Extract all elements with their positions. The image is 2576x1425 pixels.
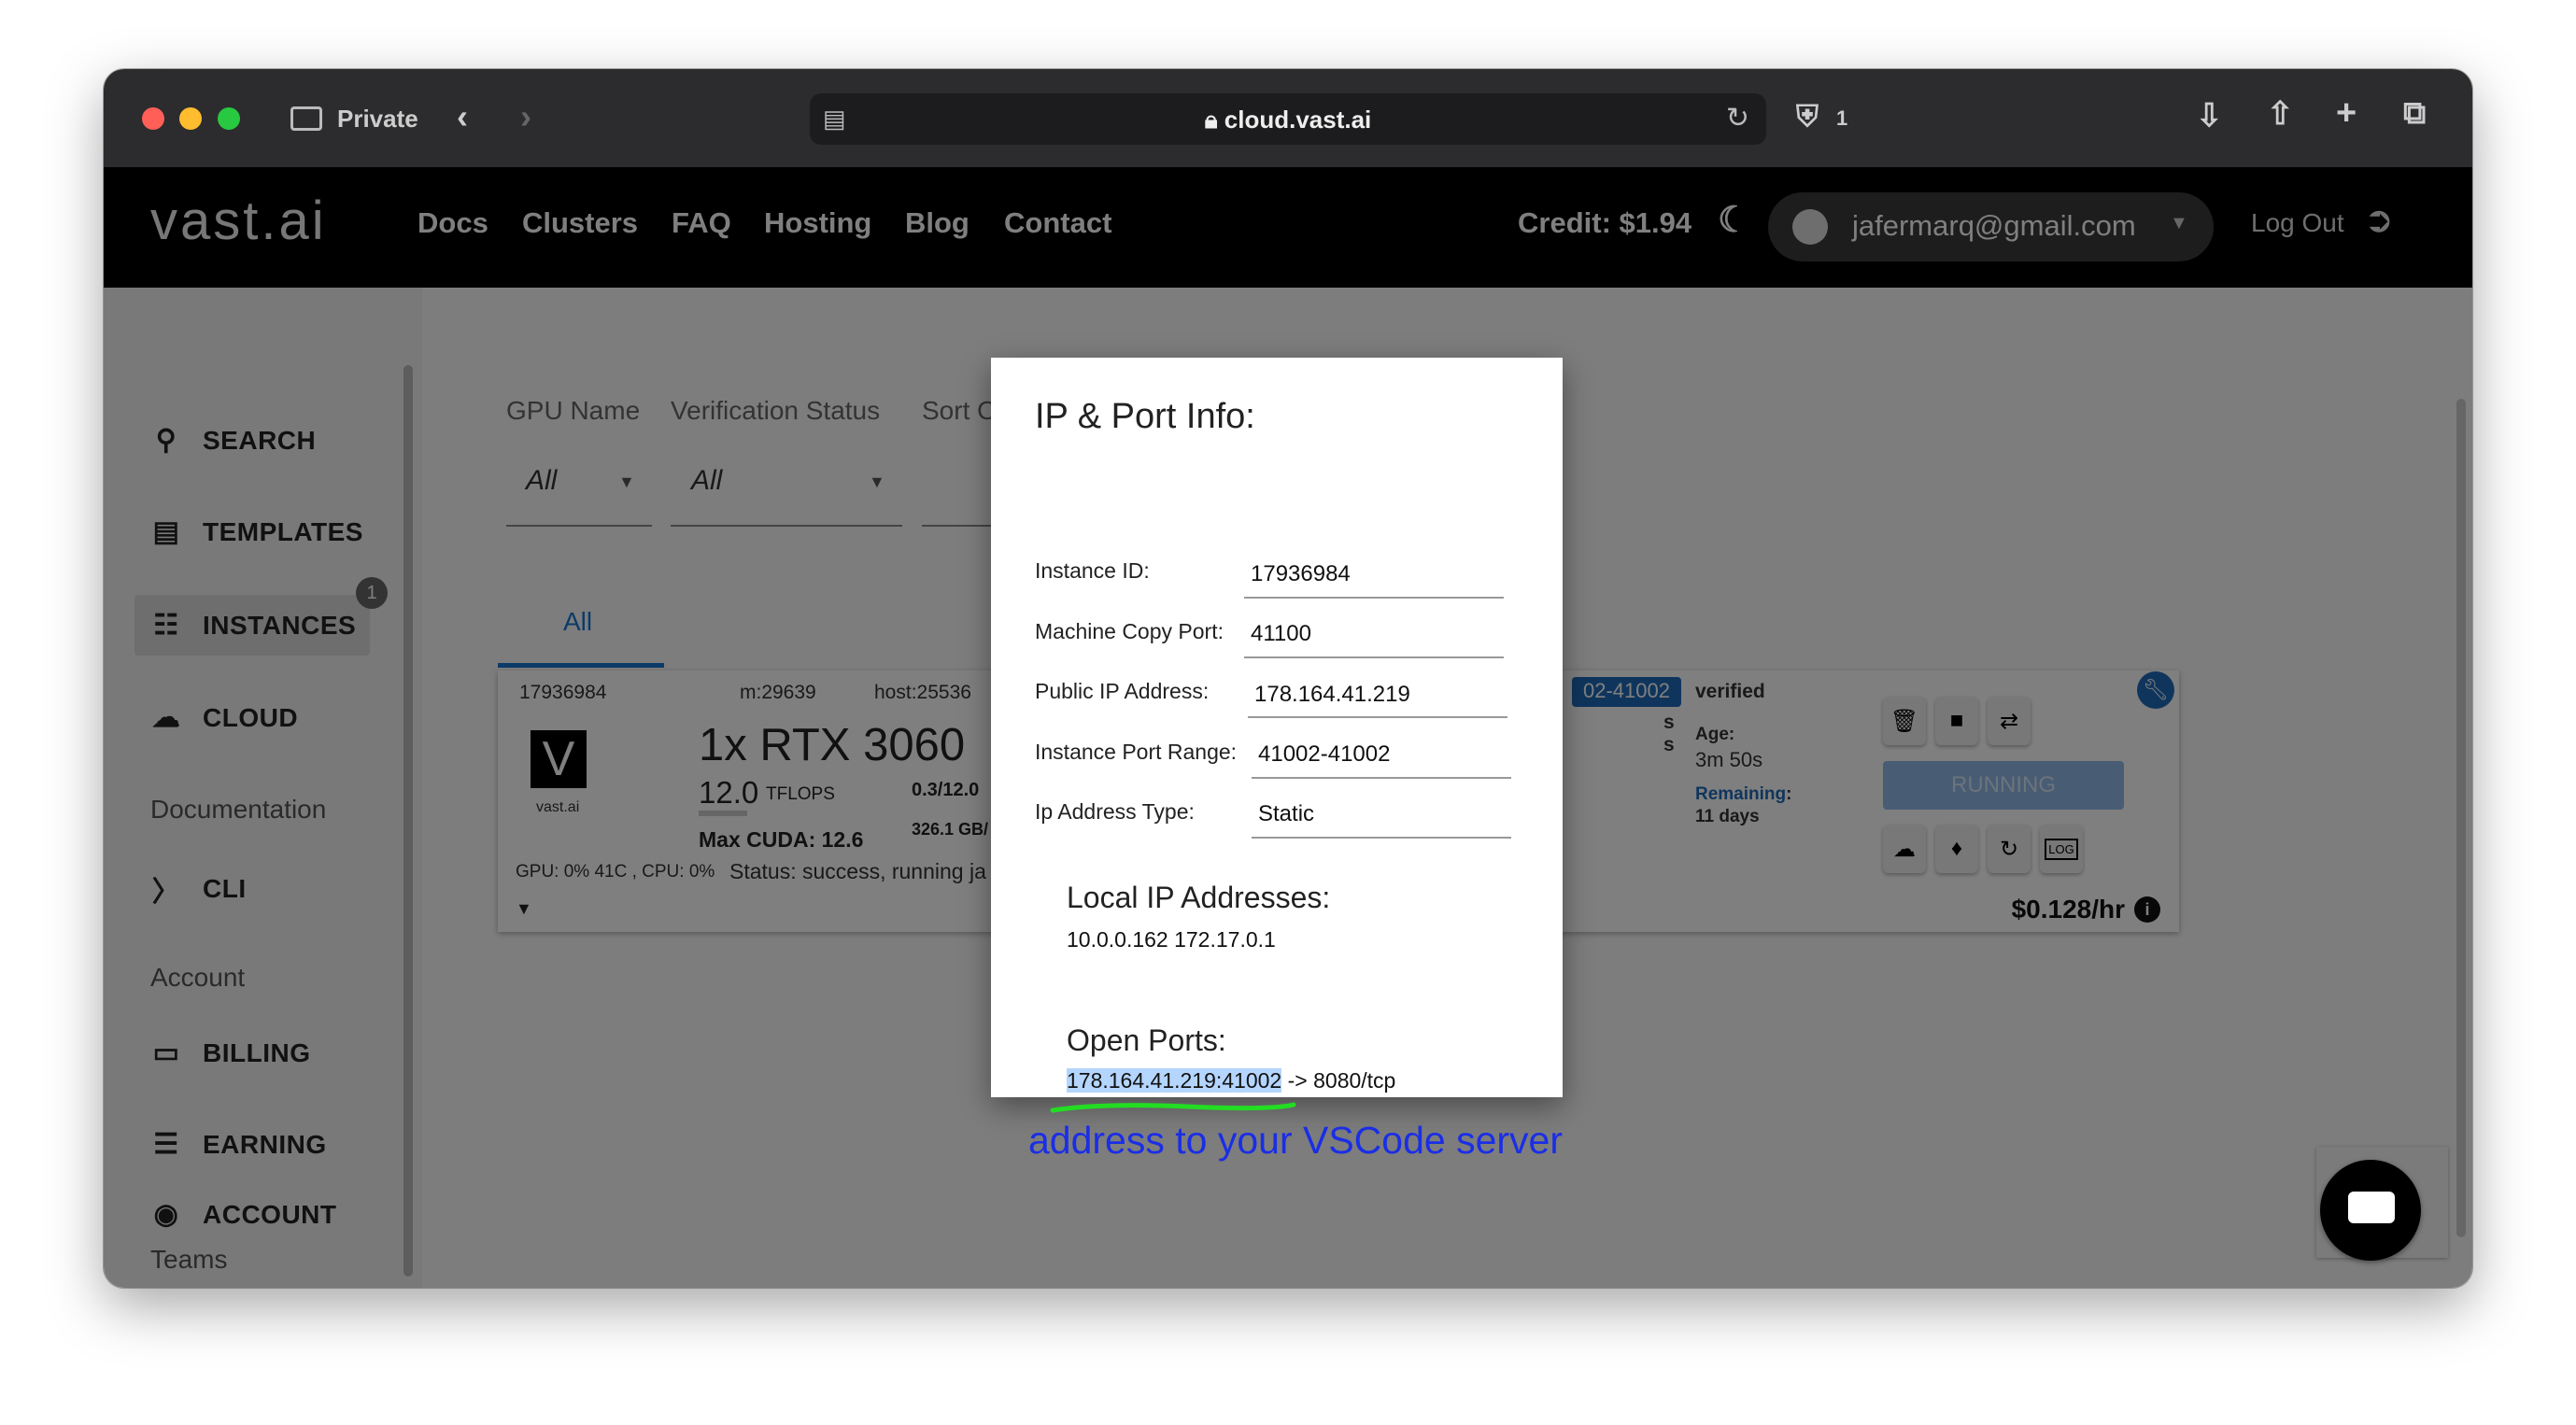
chat-button[interactable] (2320, 1160, 2421, 1261)
chat-bubble-icon (2348, 1192, 2395, 1223)
open-port-address[interactable]: 178.164.41.219:41002 (1067, 1068, 1282, 1093)
ip-port-info-dialog: IP & Port Info: Instance ID: 17936984 Ma… (991, 358, 1563, 1162)
shield-icon[interactable]: ⛨ (1796, 99, 1819, 134)
ip-type-label: Ip Address Type: (1035, 799, 1195, 824)
back-button[interactable]: ‹ (457, 97, 468, 136)
download-icon[interactable]: ⇩ (2196, 97, 2223, 134)
instance-id-label: Instance ID: (1035, 558, 1150, 583)
sidebar-toggle-icon[interactable] (290, 106, 322, 131)
forward-button[interactable]: › (520, 97, 531, 136)
dialog-title: IP & Port Info: (1035, 397, 1255, 436)
tracker-count: 1 (1836, 106, 1848, 130)
new-tab-icon[interactable]: + (2336, 93, 2357, 134)
local-ip-heading: Local IP Addresses: (1067, 881, 1331, 914)
close-window-button[interactable] (142, 107, 164, 130)
browser-window: Private ‹ › ▤ 🔒︎ cloud.vast.ai ↻ ⛨ 1 ⇩ ⇧… (104, 69, 2472, 1288)
address-bar[interactable]: ▤ 🔒︎ cloud.vast.ai ↻ (810, 93, 1766, 145)
minimize-window-button[interactable] (179, 107, 202, 130)
local-ip-list: 10.0.0.162 172.17.0.1 (1067, 927, 1276, 952)
machine-copy-port-value[interactable]: 41100 (1251, 621, 1311, 647)
share-icon[interactable]: ⇧ (2267, 95, 2294, 133)
maximize-window-button[interactable] (218, 107, 240, 130)
open-port-mapping: -> 8080/tcp (1281, 1068, 1396, 1093)
machine-copy-port-label: Machine Copy Port: (1035, 619, 1224, 643)
ip-type-value[interactable]: Static (1258, 801, 1314, 827)
annotation-text: address to your VSCode server (1028, 1119, 1563, 1162)
port-range-label: Instance Port Range: (1035, 740, 1238, 764)
green-underline-annotation (1050, 1102, 1296, 1113)
tab-overview-icon[interactable]: ⧉ (2403, 95, 2426, 132)
port-range-value[interactable]: 41002-41002 (1258, 741, 1390, 768)
open-ports-heading: Open Ports: (1067, 1023, 1226, 1057)
public-ip-label: Public IP Address: (1035, 679, 1210, 703)
url-text: cloud.vast.ai (1224, 106, 1372, 134)
browser-toolbar: Private ‹ › ▤ 🔒︎ cloud.vast.ai ↻ ⛨ 1 ⇩ ⇧… (104, 69, 2472, 167)
reload-icon[interactable]: ↻ (1726, 102, 1749, 134)
public-ip-value[interactable]: 178.164.41.219 (1254, 682, 1410, 708)
lock-icon: 🔒︎ (1204, 106, 1224, 134)
private-label: Private (337, 105, 418, 133)
instance-id-value[interactable]: 17936984 (1251, 561, 1351, 587)
